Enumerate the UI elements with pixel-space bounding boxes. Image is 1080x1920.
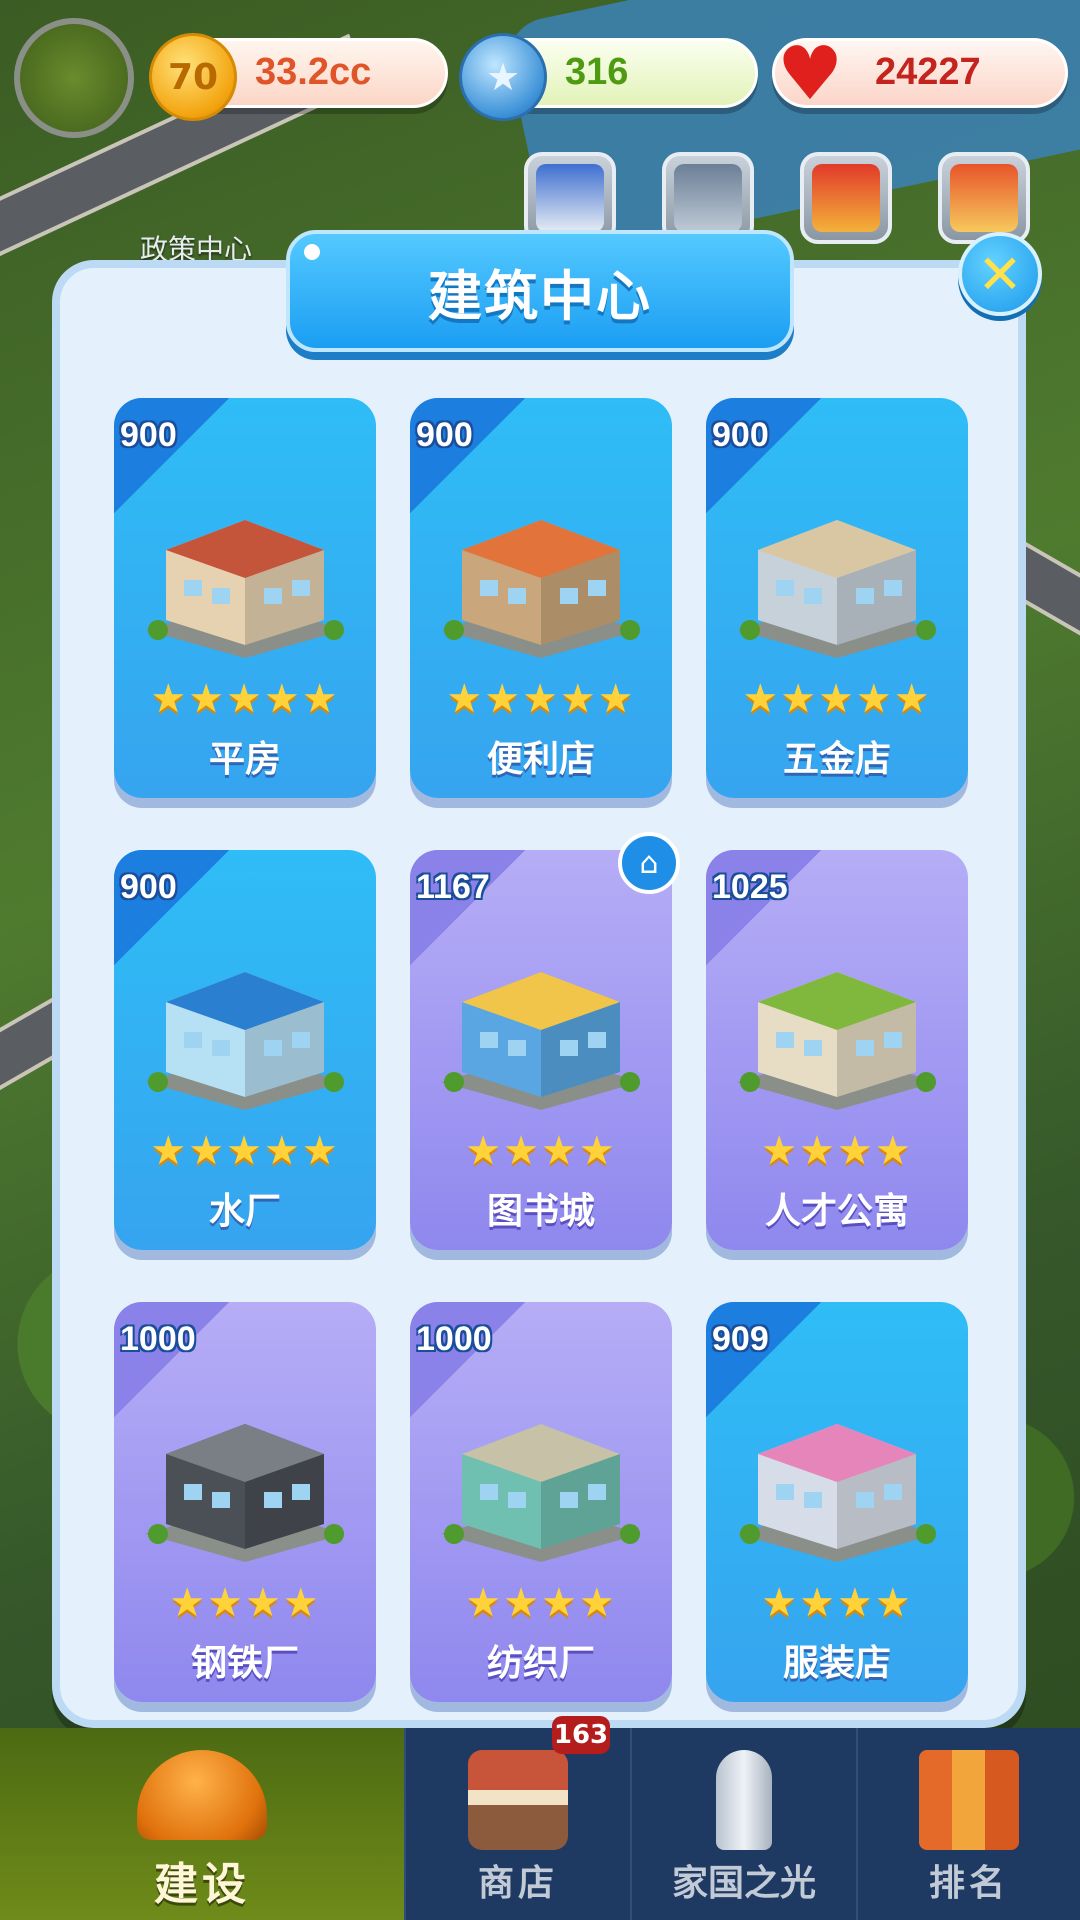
building-name: 五金店 xyxy=(782,739,891,780)
building-name: 人才公寓 xyxy=(764,1191,909,1232)
tab-label: 家国之光 xyxy=(671,1863,816,1904)
tab-national-light[interactable]: 家国之光 xyxy=(630,1728,856,1920)
building-illustration xyxy=(726,1384,948,1564)
gold-coin-icon: 70 xyxy=(149,33,237,121)
tab-label: 建设 xyxy=(154,1859,250,1910)
building-illustration xyxy=(134,1384,356,1564)
star-value: 316 xyxy=(565,51,629,93)
building-card[interactable]: 1167 ★★★★ 图书城 xyxy=(410,850,672,1250)
building-price: 900 xyxy=(120,868,177,906)
heart-value: 24227 xyxy=(875,51,981,93)
building-card[interactable]: 1000 ★★★★ 纺织厂 xyxy=(410,1302,672,1702)
event-icon-4[interactable] xyxy=(938,152,1030,244)
heart-counter[interactable]: ♥ 24227 xyxy=(772,37,1068,111)
building-price: 900 xyxy=(416,416,473,454)
rating-stars: ★★★★ xyxy=(761,1128,913,1174)
rating-stars: ★★★★ xyxy=(465,1580,617,1626)
heart-icon: ♥ xyxy=(776,31,844,117)
building-illustration xyxy=(726,932,948,1112)
podium-icon xyxy=(919,1750,1019,1850)
building-price: 1167 xyxy=(416,868,490,906)
building-card[interactable]: 1000 ★★★★ 钢铁厂 xyxy=(114,1302,376,1702)
building-name: 图书城 xyxy=(486,1191,595,1232)
rating-stars: ★★★★★ xyxy=(150,676,340,722)
tab-ranking[interactable]: 排名 xyxy=(856,1728,1080,1920)
rocket-icon xyxy=(716,1750,772,1850)
tab-shop[interactable]: 商店 xyxy=(404,1728,630,1920)
building-price: 1025 xyxy=(712,868,788,906)
dialog-title: 建筑中心 xyxy=(286,230,794,352)
rating-stars: ★★★★ xyxy=(761,1580,913,1626)
notification-badge: 163 xyxy=(552,1716,610,1754)
building-card[interactable]: 900 ★★★★★ 便利店 xyxy=(410,398,672,798)
building-card[interactable]: 900 ★★★★★ 五金店 xyxy=(706,398,968,798)
rating-stars: ★★★★★ xyxy=(742,676,932,722)
rating-stars: ★★★★ xyxy=(465,1128,617,1174)
gold-value: 33.2cc xyxy=(255,51,372,93)
building-illustration xyxy=(430,932,652,1112)
tab-label: 排名 xyxy=(928,1863,1009,1904)
building-name: 水厂 xyxy=(208,1191,281,1232)
building-illustration xyxy=(134,480,356,660)
bottom-navigation: 建设 商店 家国之光 排名 xyxy=(0,1728,1080,1920)
building-illustration xyxy=(430,1384,652,1564)
building-price: 1000 xyxy=(416,1320,492,1358)
building-illustration xyxy=(134,932,356,1112)
rating-stars: ★★★★ xyxy=(169,1580,321,1626)
hard-hat-icon xyxy=(137,1750,267,1840)
building-price: 900 xyxy=(712,416,769,454)
home-icon: ⌂ xyxy=(618,832,680,894)
building-price: 1000 xyxy=(120,1320,196,1358)
star-counter[interactable]: ★ 316 xyxy=(459,33,758,121)
rating-stars: ★★★★★ xyxy=(446,676,636,722)
building-price: 900 xyxy=(120,416,177,454)
building-card[interactable]: 900 ★★★★★ 平房 xyxy=(114,398,376,798)
shop-icon xyxy=(468,1750,568,1850)
tab-label: 商店 xyxy=(477,1863,558,1904)
player-avatar[interactable] xyxy=(14,18,134,138)
building-name: 纺织厂 xyxy=(486,1643,595,1684)
close-button[interactable]: ✕ xyxy=(958,232,1042,316)
building-name: 服装店 xyxy=(782,1643,891,1684)
gold-counter[interactable]: 70 33.2cc xyxy=(149,33,448,121)
tab-build[interactable]: 建设 xyxy=(0,1728,404,1920)
rating-stars: ★★★★★ xyxy=(150,1128,340,1174)
building-card[interactable]: 1025 ★★★★ 人才公寓 xyxy=(706,850,968,1250)
building-price: 909 xyxy=(712,1320,769,1358)
blue-star-icon: ★ xyxy=(459,33,547,121)
building-name: 便利店 xyxy=(486,739,595,780)
event-icon-3[interactable] xyxy=(800,152,892,244)
building-illustration xyxy=(726,480,948,660)
building-illustration xyxy=(430,480,652,660)
building-name: 平房 xyxy=(208,739,281,780)
building-card[interactable]: 909 ★★★★ 服装店 xyxy=(706,1302,968,1702)
building-name: 钢铁厂 xyxy=(190,1643,299,1684)
building-card[interactable]: 900 ★★★★★ 水厂 xyxy=(114,850,376,1250)
